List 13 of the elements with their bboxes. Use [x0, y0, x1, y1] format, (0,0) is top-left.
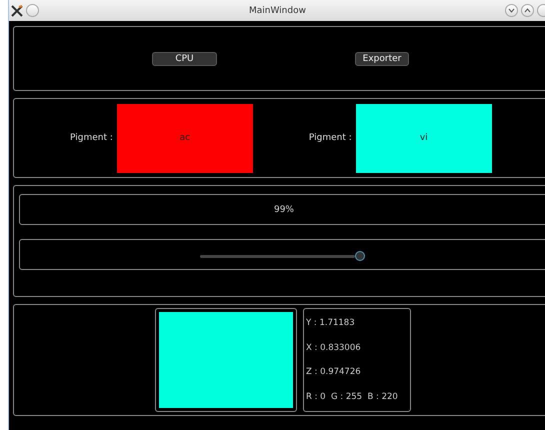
pigment-swatch[interactable]: vi [356, 104, 492, 172]
pigment-swatch[interactable]: ac [116, 104, 253, 172]
toolbar-button[interactable]: CPU [152, 52, 217, 66]
value-line: Y : 1.71183 [306, 318, 356, 328]
toolbar-button[interactable]: Exporter [355, 52, 409, 66]
pigment-name: vi [420, 133, 428, 143]
value-line: R : 0 G : 255 B : 220 [306, 392, 399, 402]
pigment-name: ac [180, 133, 190, 143]
value-line: Z : 0.974726 [306, 367, 362, 378]
window-title: MainWindow [248, 6, 307, 16]
pigment-label: Pigment : [70, 133, 113, 143]
pigment-label: Pigment : [308, 133, 352, 143]
value-line: X : 0.833006 [306, 342, 362, 353]
